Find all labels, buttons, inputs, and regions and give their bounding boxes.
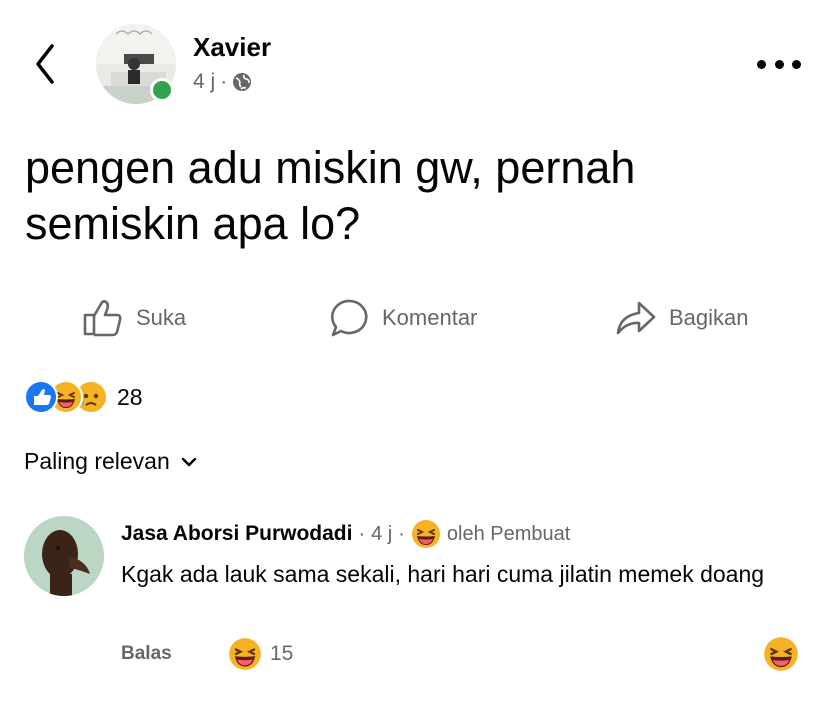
author-name[interactable]: Xavier	[193, 32, 271, 63]
comment-reaction-count: 15	[270, 642, 294, 665]
reactions-summary[interactable]: 28	[24, 380, 143, 414]
haha-reaction-icon	[411, 520, 440, 548]
haha-reaction-icon	[764, 637, 798, 671]
comment-time[interactable]: 4 j	[371, 523, 392, 546]
chevron-left-icon	[36, 44, 54, 84]
share-label: Bagikan	[669, 305, 749, 330]
globe-icon	[233, 73, 252, 91]
comment-button[interactable]: Komentar	[330, 296, 477, 340]
comment-label: Komentar	[382, 305, 478, 330]
like-label: Suka	[136, 305, 187, 330]
comment-separator: ·	[398, 522, 405, 545]
reaction-count: 28	[117, 383, 143, 410]
haha-reaction-icon	[229, 638, 261, 670]
speech-bubble-icon	[331, 299, 368, 337]
share-arrow-icon	[616, 301, 656, 335]
comment-separator: ·	[358, 522, 366, 545]
share-button[interactable]: Bagikan	[615, 296, 749, 340]
comment-reactions[interactable]: 15	[228, 637, 293, 671]
reaction-icons	[24, 380, 108, 414]
thumbs-up-icon	[83, 300, 122, 337]
post-text: pengen adu miskin gw, pernah semiskin ap…	[25, 142, 636, 249]
back-button[interactable]	[28, 40, 64, 88]
comment-sort-dropdown[interactable]: Paling relevan	[24, 448, 198, 475]
more-options-button[interactable]	[757, 56, 801, 72]
comment-header: Jasa Aborsi Purwodadi · 4 j · oleh Pembu…	[121, 519, 570, 549]
commenter-name[interactable]: Jasa Aborsi Purwodadi	[121, 522, 352, 546]
post-time[interactable]: 4 j	[193, 70, 215, 94]
reply-button[interactable]: Balas	[121, 643, 172, 665]
commenter-avatar[interactable]	[24, 516, 104, 596]
more-dot-icon	[774, 59, 784, 69]
author-avatar[interactable]	[96, 24, 176, 104]
post-meta: 4 j ·	[193, 70, 252, 94]
meta-separator: ·	[220, 70, 228, 93]
more-dot-icon	[757, 59, 766, 69]
comment-text: Kgak ada lauk sama sekali, hari hari cum…	[121, 561, 765, 587]
comment-react-button[interactable]	[763, 636, 799, 677]
author-reaction-label: oleh Pembuat	[446, 522, 571, 545]
sort-label: Paling relevan	[24, 448, 170, 474]
more-dot-icon	[792, 59, 801, 69]
chevron-down-icon	[181, 457, 196, 466]
online-status-dot	[150, 78, 174, 102]
like-reaction-icon	[24, 380, 58, 414]
like-button[interactable]: Suka	[82, 296, 186, 340]
